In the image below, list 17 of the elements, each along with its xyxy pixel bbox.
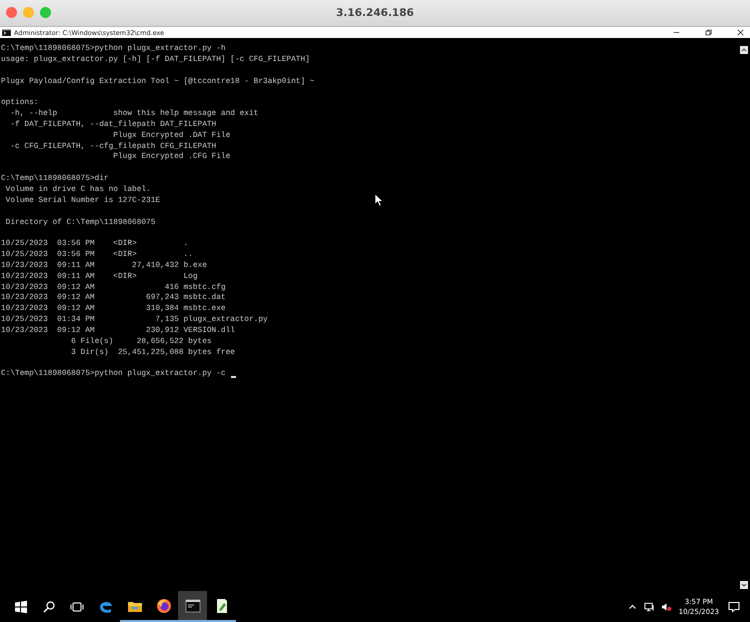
scroll-down-icon[interactable]	[740, 581, 748, 589]
notification-icon[interactable]	[728, 600, 740, 612]
network-icon[interactable]	[644, 602, 655, 612]
terminal-icon	[184, 598, 200, 614]
close-icon[interactable]	[737, 29, 744, 36]
search-icon[interactable]	[42, 600, 56, 614]
scroll-up-icon[interactable]	[740, 46, 748, 54]
firefox-icon	[156, 598, 172, 614]
taskbar-app[interactable]	[178, 591, 207, 622]
start-icon[interactable]	[14, 600, 28, 614]
text-cursor	[230, 376, 236, 378]
window-title: 3.16.246.186	[336, 7, 414, 19]
volume-muted-icon[interactable]	[660, 602, 672, 612]
restore-icon[interactable]	[705, 29, 712, 36]
minimize-icon[interactable]	[673, 29, 680, 36]
mouse-pointer-icon	[374, 193, 383, 207]
task-view-icon[interactable]	[70, 600, 84, 614]
